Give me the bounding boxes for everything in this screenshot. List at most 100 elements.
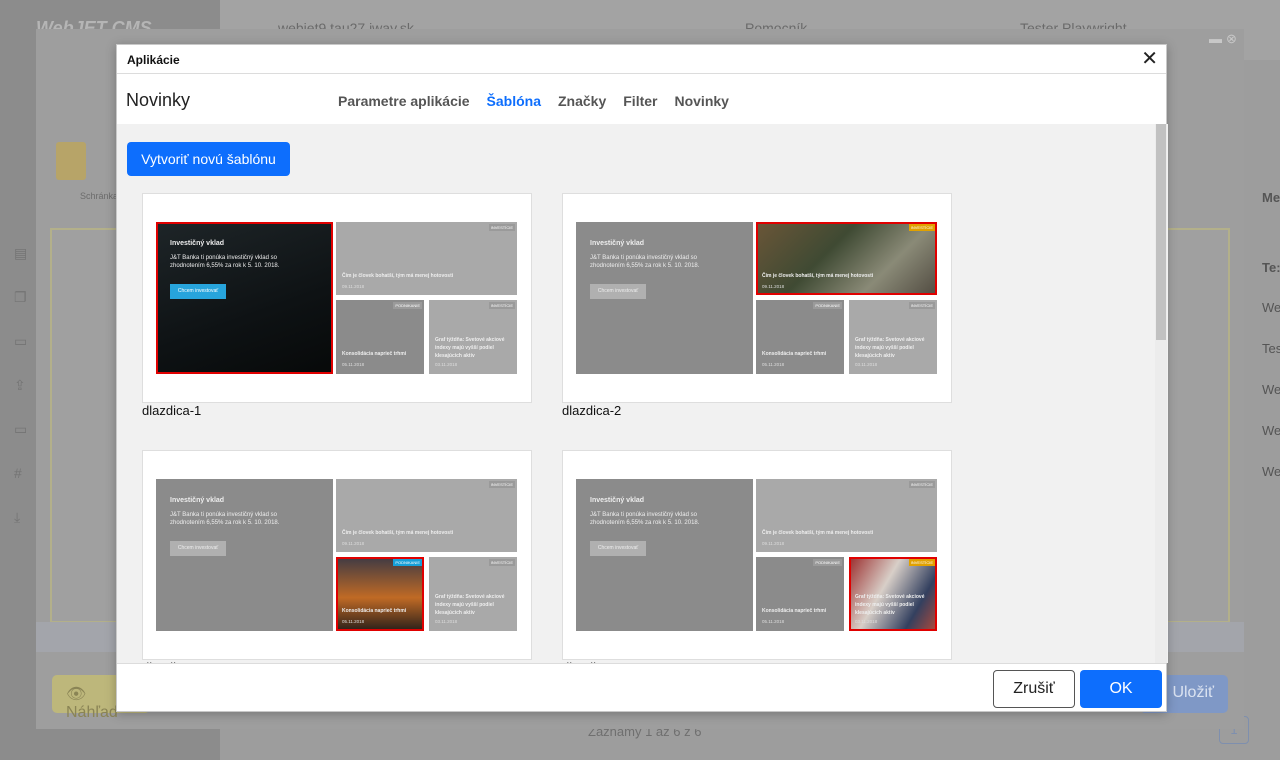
thumb-top-right-tile: INVESTÍCIE Čím je človek bohatší, tým má… <box>756 222 937 295</box>
thumb-top-right-tile: INVESTÍCIE Čím je človek bohatší, tým má… <box>336 222 517 295</box>
right-column-background: Me Te: We Tes We We We <box>1244 160 1280 520</box>
thumb-bottom-left-tile: PODNIKANIE Konsolidácia naprieč trhmi 05… <box>336 300 424 374</box>
thumb-top-right-tile: INVESTÍCIE Čím je človek bohatší, tým má… <box>756 479 937 552</box>
new-template-button[interactable]: Vytvoriť novú šablónu <box>127 142 290 176</box>
thumb-main-cta: Chcem investovať <box>590 541 646 556</box>
close-icon[interactable]: ✕ <box>1141 49 1158 69</box>
thumb-main-title: Investičný vklad <box>170 240 225 247</box>
thumb-bl-date: 05.11.2018 <box>342 362 365 367</box>
right-row: We <box>1262 464 1280 479</box>
thumb-main-cta: Chcem investovať <box>590 284 646 299</box>
doc-icon: ▭ <box>14 421 28 437</box>
thumb-tag: PODNIKANIE <box>393 302 422 309</box>
right-row: Te: <box>1262 260 1280 275</box>
tab-tags[interactable]: Značky <box>558 93 606 109</box>
app-name: Novinky <box>126 90 191 110</box>
thumb-bl-date: 05.11.2018 <box>762 362 785 367</box>
tab-parameters[interactable]: Parametre aplikácie <box>338 93 470 109</box>
thumb-tag: INVESTÍCIE <box>908 559 935 566</box>
clipboard-label: Schránka <box>80 191 119 201</box>
tab-news[interactable]: Novinky <box>674 93 728 109</box>
tabs: Parametre aplikácie Šablóna Značky Filte… <box>338 93 729 109</box>
thumb-main-tile: Investičný vklad J&T Banka ti ponúka inv… <box>576 222 753 374</box>
template-card-2[interactable]: Investičný vklad J&T Banka ti ponúka inv… <box>562 193 952 403</box>
thumb-bottom-right-tile: INVESTÍCIE Graf týždňa: Svetové akciové … <box>849 300 937 374</box>
applications-modal: Aplikácie ✕ Novinky Parametre aplikácie … <box>116 44 1168 713</box>
cancel-button[interactable]: Zrušiť <box>993 670 1075 708</box>
thumb-br-title: Graf týždňa: Svetové akciové indexy majú… <box>855 594 925 616</box>
thumb-br-date: 03.11.2018 <box>435 362 458 367</box>
thumb-main-title: Investičný vklad <box>170 497 225 504</box>
thumb-tag: PODNIKANIE <box>813 559 842 566</box>
thumb-bl-title: Konsolidácia naprieč trhmi <box>342 608 407 614</box>
window-close-icon: ⊗ <box>1226 31 1237 46</box>
thumb-tr-title: Čím je človek bohatší, tým má menej hoto… <box>342 273 454 279</box>
thumb-tag: PODNIKANIE <box>813 302 842 309</box>
thumb-main-title: Investičný vklad <box>590 497 645 504</box>
scrollbar[interactable] <box>1155 124 1167 663</box>
template-name: dlazdica-2 <box>562 403 622 418</box>
thumb-tr-title: Čím je človek bohatší, tým má menej hoto… <box>762 273 874 279</box>
thumb-br-title: Graf týždňa: Svetové akciové indexy majú… <box>435 594 505 616</box>
ok-button[interactable]: OK <box>1080 670 1162 708</box>
thumb-tr-title: Čím je človek bohatší, tým má menej hoto… <box>342 530 454 536</box>
upload-icon: ⇪ <box>14 377 26 393</box>
modal-footer: Zrušiť OK <box>117 663 1166 713</box>
thumb-main-body: J&T Banka ti ponúka investičný vklad so … <box>590 512 700 526</box>
modal-header: Aplikácie ✕ <box>117 45 1166 74</box>
thumb-bottom-left-tile: PODNIKANIE Konsolidácia naprieč trhmi 05… <box>336 557 424 631</box>
template-name: dlazdica-1 <box>142 403 202 418</box>
thumb-tag: INVESTÍCIE <box>908 302 935 309</box>
thumb-br-date: 03.11.2018 <box>435 619 458 624</box>
tab-template[interactable]: Šablóna <box>487 93 541 109</box>
thumb-tr-date: 09.11.2018 <box>762 284 785 289</box>
thumb-main-body: J&T Banka ti ponúka investičný vklad so … <box>170 512 280 526</box>
thumb-bottom-left-tile: PODNIKANIE Konsolidácia naprieč trhmi 05… <box>756 300 844 374</box>
thumb-tag: INVESTÍCIE <box>488 481 515 488</box>
right-header: Me <box>1262 190 1280 205</box>
thumb-br-date: 03.11.2018 <box>855 362 878 367</box>
right-row: We <box>1262 423 1280 438</box>
right-row: Tes <box>1262 341 1280 356</box>
clipboard-icon <box>56 142 86 180</box>
modal-title: Aplikácie <box>127 53 180 67</box>
template-card-1[interactable]: Investičný vklad J&T Banka ti ponúka inv… <box>142 193 532 403</box>
thumb-br-date: 03.11.2018 <box>855 619 878 624</box>
preview-label: Náhľad <box>66 704 118 721</box>
thumb-bl-date: 05.11.2018 <box>342 619 365 624</box>
scrollbar-thumb[interactable] <box>1156 124 1166 340</box>
thumb-main-tile: Investičný vklad J&T Banka ti ponúka inv… <box>156 222 333 374</box>
template-card-3[interactable]: Investičný vklad J&T Banka ti ponúka inv… <box>142 450 532 660</box>
thumb-main-cta: Chcem investovať <box>170 284 226 299</box>
thumb-main-body: J&T Banka ti ponúka investičný vklad so … <box>590 255 700 269</box>
thumb-br-title: Graf týždňa: Svetové akciové indexy majú… <box>435 337 505 359</box>
right-row: We <box>1262 382 1280 397</box>
thumb-bottom-right-tile: INVESTÍCIE Graf týždňa: Svetové akciové … <box>429 300 517 374</box>
thumb-main-body: J&T Banka ti ponúka investičný vklad so … <box>170 255 280 269</box>
thumb-tag: INVESTÍCIE <box>908 481 935 488</box>
thumb-tag: INVESTÍCIE <box>488 302 515 309</box>
thumb-tag: INVESTÍCIE <box>488 224 515 231</box>
thumb-main-title: Investičný vklad <box>590 240 645 247</box>
thumb-tag: INVESTÍCIE <box>488 559 515 566</box>
tab-filter[interactable]: Filter <box>623 93 657 109</box>
pages-icon: ▤ <box>14 245 28 261</box>
template-card-4[interactable]: Investičný vklad J&T Banka ti ponúka inv… <box>562 450 952 660</box>
thumb-bl-title: Konsolidácia naprieč trhmi <box>342 351 407 357</box>
thumb-bottom-right-tile: INVESTÍCIE Graf týždňa: Svetové akciové … <box>849 557 937 631</box>
thumb-tag: PODNIKANIE <box>393 559 422 566</box>
thumb-main-tile: Investičný vklad J&T Banka ti ponúka inv… <box>576 479 753 631</box>
thumb-bl-title: Konsolidácia naprieč trhmi <box>762 608 827 614</box>
template-list: Vytvoriť novú šablónu Investičný vklad J… <box>117 124 1168 663</box>
thumb-main-tile: Investičný vklad J&T Banka ti ponúka inv… <box>156 479 333 631</box>
thumb-tr-title: Čím je človek bohatší, tým má menej hoto… <box>762 530 874 536</box>
thumb-bottom-right-tile: INVESTÍCIE Graf týždňa: Svetové akciové … <box>429 557 517 631</box>
thumb-tr-date: 09.11.2018 <box>342 541 365 546</box>
thumb-main-cta: Chcem investovať <box>170 541 226 556</box>
copy-icon: ❐ <box>14 289 27 305</box>
download-icon: ⤓ <box>14 509 21 525</box>
thumb-bl-date: 05.11.2018 <box>762 619 785 624</box>
right-row: We <box>1262 300 1280 315</box>
thumb-top-right-tile: INVESTÍCIE Čím je človek bohatší, tým má… <box>336 479 517 552</box>
thumb-bl-title: Konsolidácia naprieč trhmi <box>762 351 827 357</box>
